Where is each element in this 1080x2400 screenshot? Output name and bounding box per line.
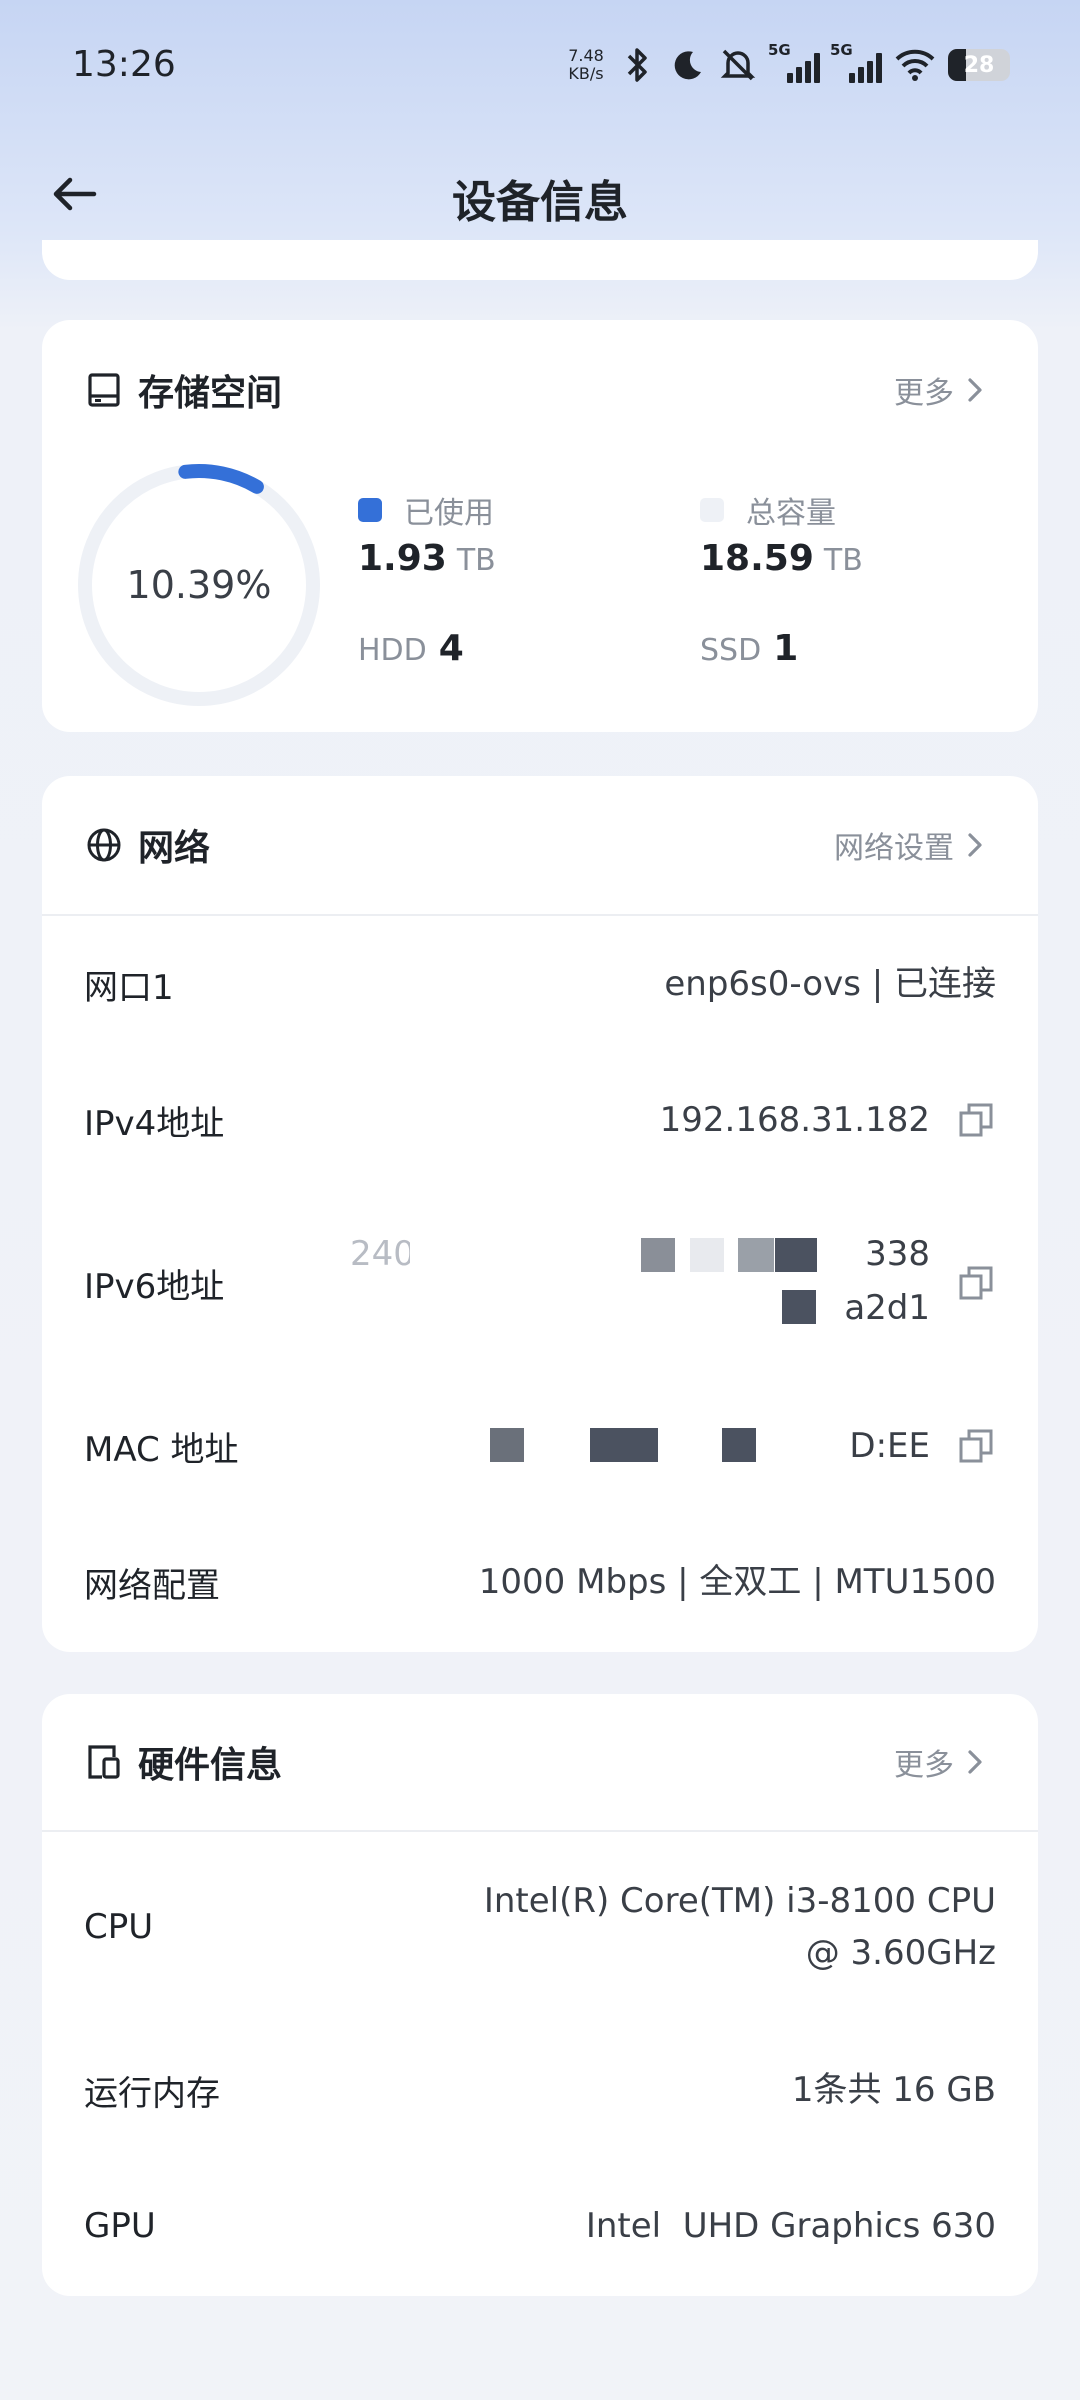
network-title: 网络 bbox=[138, 828, 211, 869]
redaction-block bbox=[690, 1238, 724, 1272]
hardware-title: 硬件信息 bbox=[138, 1745, 283, 1786]
config-value: 1000 Mbps | 全双工 | MTU1500 bbox=[478, 1562, 996, 1602]
signal-icon: 5G bbox=[768, 41, 820, 85]
ssd-count: 1 bbox=[773, 628, 799, 669]
copy-icon bbox=[959, 1266, 993, 1300]
mac-value: D:EE bbox=[490, 1420, 930, 1472]
redaction-block bbox=[590, 1428, 658, 1462]
ssd-stat: SSD 1 bbox=[700, 628, 798, 669]
redaction-block bbox=[750, 1290, 782, 1324]
total-value: 18.59 bbox=[700, 538, 814, 579]
redaction-block bbox=[782, 1290, 816, 1324]
status-icons: 7.48 KB/s 5G 5G 28 bbox=[564, 40, 1010, 90]
hdd-label: HDD bbox=[358, 633, 427, 668]
hardware-row-cpu: CPU Intel(R) Core(TM) i3-8100 CPU @ 3.60… bbox=[42, 1832, 1038, 2022]
network-row-mac: MAC 地址 D:EE bbox=[42, 1378, 1038, 1514]
copy-mac-button[interactable] bbox=[956, 1426, 996, 1466]
ipv6-value: 240 338 a2d1 bbox=[350, 1234, 930, 1328]
redaction-block bbox=[738, 1238, 774, 1272]
redaction-block bbox=[410, 1234, 580, 1276]
redaction-block bbox=[722, 1428, 756, 1462]
hardware-row-gpu: GPU Intel UHD Graphics 630 bbox=[42, 2158, 1038, 2294]
ipv4-value: 192.168.31.182 bbox=[659, 1100, 930, 1140]
port-value: enp6s0-ovs | 已连接 bbox=[664, 964, 996, 1004]
hardware-header: 硬件信息 更多 bbox=[42, 1694, 1038, 1830]
gpu-label: GPU bbox=[84, 2206, 156, 2246]
total-legend-swatch bbox=[700, 498, 724, 522]
ipv6-label: IPv6地址 bbox=[84, 1266, 225, 1307]
used-stat: 已使用 1.93 TB bbox=[358, 488, 496, 579]
storage-percent: 10.39% bbox=[126, 563, 272, 607]
chevron-right-icon bbox=[968, 378, 982, 402]
used-unit: TB bbox=[456, 543, 496, 578]
copy-icon bbox=[959, 1103, 993, 1137]
network-row-ipv4: IPv4地址 192.168.31.182 bbox=[42, 1052, 1038, 1188]
total-label: 总容量 bbox=[746, 496, 836, 531]
chevron-right-icon bbox=[968, 1750, 982, 1774]
ssd-label: SSD bbox=[700, 633, 762, 668]
storage-more-link[interactable]: 更多 bbox=[894, 320, 984, 460]
redaction-block bbox=[775, 1238, 817, 1272]
network-card: 网络 网络设置 网口1 enp6s0-ovs | 已连接 IPv4地址 192.… bbox=[42, 776, 1038, 1652]
copy-ipv4-button[interactable] bbox=[956, 1100, 996, 1140]
config-label: 网络配置 bbox=[84, 1565, 220, 1606]
storage-card: 存储空间 更多 10.39% 已使用 1.93 TB 总容量 18.59 TB … bbox=[42, 320, 1038, 732]
device-icon bbox=[84, 1742, 124, 1782]
hardware-more-link[interactable]: 更多 bbox=[894, 1694, 984, 1830]
cpu-label: CPU bbox=[84, 1907, 154, 1947]
used-value: 1.93 bbox=[358, 538, 447, 579]
bluetooth-icon bbox=[618, 45, 658, 85]
previous-card-edge bbox=[42, 240, 1038, 280]
status-bar: 13:26 7.48 KB/s 5G 5G 28 bbox=[0, 0, 1080, 130]
network-header: 网络 网络设置 bbox=[42, 776, 1038, 914]
battery-icon: 28 bbox=[948, 49, 1010, 81]
network-row-ipv6: IPv6地址 240 338 a2d1 bbox=[42, 1188, 1038, 1378]
memory-label: 运行内存 bbox=[84, 2073, 220, 2114]
storage-header: 存储空间 更多 bbox=[42, 320, 1038, 460]
total-unit: TB bbox=[823, 543, 863, 578]
mute-bell-icon bbox=[718, 45, 758, 85]
network-speed: 7.48 KB/s bbox=[568, 46, 604, 83]
storage-title: 存储空间 bbox=[138, 373, 283, 414]
used-label: 已使用 bbox=[404, 496, 494, 531]
copy-icon bbox=[959, 1429, 993, 1463]
hardware-card: 硬件信息 更多 CPU Intel(R) Core(TM) i3-8100 CP… bbox=[42, 1694, 1038, 2296]
cpu-value: Intel(R) Core(TM) i3-8100 CPU @ 3.60GHz bbox=[483, 1881, 996, 1973]
hdd-stat: HDD 4 bbox=[358, 628, 464, 669]
mac-label: MAC 地址 bbox=[84, 1429, 239, 1470]
memory-value: 1条共 16 GB bbox=[791, 2070, 996, 2110]
wifi-icon bbox=[892, 45, 938, 85]
copy-ipv6-button[interactable] bbox=[956, 1263, 996, 1303]
ipv4-label: IPv4地址 bbox=[84, 1103, 225, 1144]
hardware-row-memory: 运行内存 1条共 16 GB bbox=[42, 2022, 1038, 2158]
used-legend-swatch bbox=[358, 498, 382, 522]
moon-icon bbox=[668, 45, 708, 85]
network-row-config: 网络配置 1000 Mbps | 全双工 | MTU1500 bbox=[42, 1514, 1038, 1650]
total-stat: 总容量 18.59 TB bbox=[700, 488, 863, 579]
storage-icon bbox=[84, 370, 124, 410]
top-bar: 设备信息 bbox=[0, 150, 1080, 240]
hdd-count: 4 bbox=[438, 628, 464, 669]
status-time: 13:26 bbox=[72, 44, 176, 85]
signal-icon-2: 5G bbox=[830, 41, 882, 85]
port-label: 网口1 bbox=[84, 967, 174, 1008]
network-settings-link[interactable]: 网络设置 bbox=[834, 776, 984, 914]
storage-body: 10.39% 已使用 1.93 TB 总容量 18.59 TB HDD 4 SSD 1 bbox=[42, 460, 1038, 730]
globe-icon bbox=[84, 825, 124, 865]
chevron-right-icon bbox=[968, 833, 982, 857]
gpu-value: Intel UHD Graphics 630 bbox=[585, 2206, 996, 2246]
redaction-block bbox=[641, 1238, 675, 1272]
redaction-block bbox=[490, 1428, 524, 1462]
network-row-port: 网口1 enp6s0-ovs | 已连接 bbox=[42, 916, 1038, 1052]
page-title: 设备信息 bbox=[452, 177, 628, 228]
